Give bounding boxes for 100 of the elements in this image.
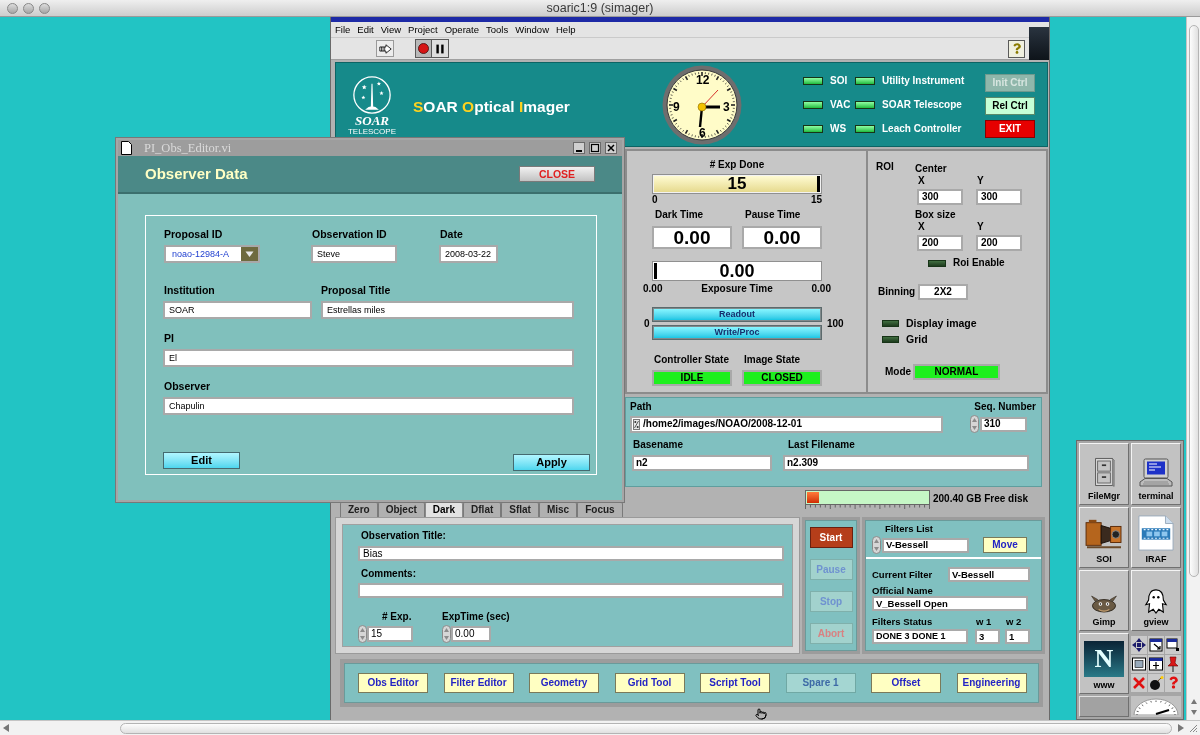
window-split-icon[interactable] [1148, 654, 1164, 673]
text-field[interactable]: 300 [917, 189, 963, 205]
menu-item[interactable]: Tools [486, 23, 509, 36]
field-label: Proposal ID [164, 228, 223, 241]
tool-button[interactable]: Filter Editor [443, 673, 514, 693]
text-field[interactable]: 300 [976, 189, 1022, 205]
text-field[interactable]: DONE 3 DONE 1 [872, 629, 968, 644]
path-type-icon[interactable] [633, 418, 640, 430]
window-button-icon[interactable] [23, 2, 34, 14]
stop-button[interactable] [416, 40, 432, 57]
dock-launcher[interactable]: gview [1131, 570, 1181, 631]
proposal-dropdown[interactable]: noao-12984-A [164, 245, 260, 263]
text-field[interactable]: /home2/images/NOAO/2008-12-01 [630, 415, 943, 433]
dock-launcher[interactable]: SOI [1079, 507, 1129, 568]
tool-button[interactable]: Geometry [529, 673, 599, 693]
pause-button[interactable] [432, 40, 448, 57]
dock-launcher[interactable]: FileMgr [1079, 443, 1129, 505]
scale-label: 0 [644, 317, 650, 330]
text-field[interactable]: V-Bessell [948, 567, 1030, 582]
text-field[interactable]: V_Bessell Open [872, 596, 1028, 611]
text-field[interactable]: V-Bessell [882, 537, 969, 553]
field-label: Grid [906, 333, 928, 346]
horizontal-scrollbar[interactable] [0, 720, 1200, 735]
scrollbar-thumb[interactable] [1188, 25, 1199, 577]
menu-item[interactable]: File [335, 23, 351, 36]
vertical-scrollbar[interactable] [1186, 17, 1200, 720]
text-field[interactable]: 310 [980, 416, 1027, 432]
text-field[interactable]: El [163, 349, 574, 367]
window-button-icon[interactable] [7, 2, 18, 14]
text-field[interactable]: 2X2 [918, 284, 968, 300]
field-label: Y [976, 175, 984, 187]
move-button[interactable]: Move [983, 537, 1027, 553]
close-icon[interactable] [605, 142, 617, 154]
tool-button[interactable]: Script Tool [700, 673, 770, 693]
help-button[interactable] [1008, 39, 1025, 58]
header-button[interactable]: EXIT [985, 120, 1035, 138]
dialog-button[interactable]: Apply [513, 454, 590, 471]
text-field[interactable]: Chapulin [163, 397, 574, 415]
menu-item[interactable]: Window [515, 23, 549, 36]
spinner-arrows-icon[interactable] [970, 415, 979, 433]
ghost-icon [1144, 588, 1168, 614]
clock-numeral: 12 [696, 73, 710, 87]
text-field[interactable] [358, 583, 784, 598]
spinner-arrows-icon[interactable] [872, 536, 881, 554]
field-label: Comments: [361, 568, 416, 580]
tool-button[interactable]: Grid Tool [614, 673, 685, 693]
window-frame-icon[interactable] [1131, 654, 1147, 673]
menu-item[interactable]: View [380, 23, 402, 36]
window-resize-icon[interactable] [1148, 635, 1164, 654]
scroll-right-icon[interactable] [1178, 724, 1184, 732]
maximize-icon[interactable] [589, 142, 601, 154]
text-field[interactable]: Estrellas miles [321, 301, 574, 319]
pushpin-icon[interactable] [1165, 654, 1181, 673]
scroll-left-icon[interactable] [3, 724, 9, 732]
menu-item[interactable]: Edit [357, 23, 374, 36]
text-field[interactable]: 0.00 [451, 626, 491, 642]
clock-numeral: 6 [699, 126, 706, 140]
field-label: Mode [885, 366, 912, 378]
dock-launcher[interactable]: terminal [1131, 443, 1181, 505]
header-button[interactable]: Rel Ctrl [985, 97, 1035, 115]
dialog-button[interactable]: Edit [163, 452, 240, 469]
dock-launcher[interactable]: N www [1079, 633, 1129, 694]
spinner-arrows-icon[interactable] [358, 625, 367, 643]
text-field[interactable]: 3 [975, 629, 1000, 644]
pause-icon [436, 43, 444, 54]
dock-launcher[interactable]: Gimp [1079, 570, 1129, 631]
scroll-arrows-icon[interactable] [1189, 698, 1198, 716]
field-label: w 1 [976, 616, 992, 627]
dialog-title: PI_Obs_Editor.vi [144, 141, 232, 155]
text-field[interactable]: 200 [917, 235, 963, 251]
spinner-arrows-icon[interactable] [442, 625, 451, 643]
text-field[interactable]: 2008-03-22 [439, 245, 498, 263]
run-control-button[interactable]: Start [809, 527, 853, 548]
field-label: Display image [906, 317, 977, 330]
bomb-icon[interactable] [1148, 673, 1164, 692]
text-field[interactable]: 1 [1005, 629, 1030, 644]
text-field[interactable]: 15 [367, 626, 413, 642]
menu-item[interactable]: Project [408, 23, 438, 36]
text-field[interactable]: n2 [632, 455, 772, 471]
dock-tile[interactable] [1079, 696, 1129, 717]
scrollbar-thumb[interactable] [120, 722, 1172, 734]
window-shrink-icon[interactable] [1165, 635, 1181, 654]
tool-button[interactable]: Offset [871, 673, 941, 693]
text-field[interactable]: Bias [358, 546, 784, 561]
text-field[interactable]: Steve [311, 245, 397, 263]
dock-launcher[interactable]: IRAF [1131, 507, 1181, 568]
tool-button[interactable]: Engineering [956, 673, 1027, 693]
mode-indicator: NORMAL [913, 364, 1000, 380]
text-field[interactable]: 200 [976, 235, 1022, 251]
field-label: # Exp Done [709, 159, 765, 171]
resize-grip-icon[interactable] [1188, 723, 1198, 733]
text-field[interactable]: n2.309 [783, 455, 1029, 471]
tool-button[interactable]: Obs Editor [358, 673, 428, 693]
text-field[interactable]: SOAR [163, 301, 312, 319]
run-button[interactable] [376, 40, 394, 57]
window-button-icon[interactable] [39, 2, 50, 14]
menu-item[interactable]: Help [556, 23, 576, 36]
menu-item[interactable]: Operate [444, 23, 479, 36]
minimize-icon[interactable] [573, 142, 585, 154]
move-arrows-icon[interactable] [1131, 635, 1147, 654]
